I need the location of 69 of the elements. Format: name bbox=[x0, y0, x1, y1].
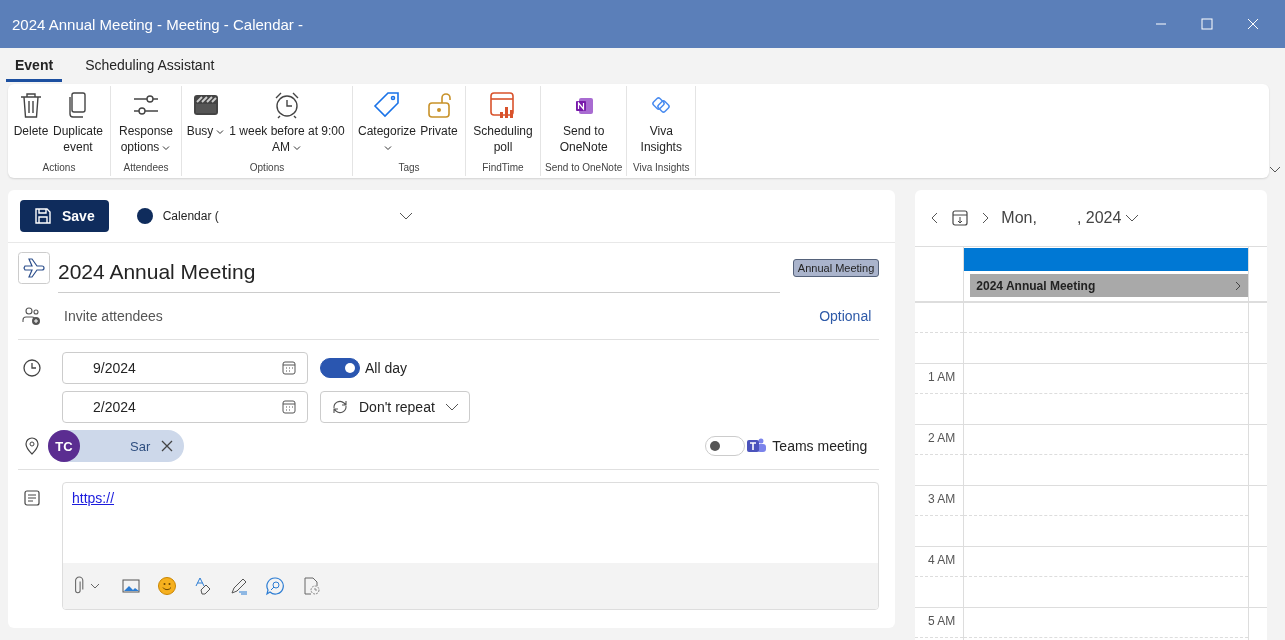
chevron-down-icon[interactable] bbox=[1125, 213, 1140, 223]
hour-label: 2 AM bbox=[927, 431, 956, 445]
category-tag[interactable]: Annual Meeting bbox=[792, 259, 880, 277]
ribbon-button[interactable]: Busy bbox=[186, 90, 226, 162]
ribbon-button[interactable]: Send to OneNote bbox=[553, 90, 614, 162]
toggle-label: Teams meeting bbox=[772, 438, 868, 454]
repeat-dropdown[interactable]: Don't repeat bbox=[320, 391, 470, 423]
expand-icon[interactable] bbox=[1269, 164, 1281, 174]
close-icon[interactable] bbox=[1247, 18, 1259, 30]
clock-icon bbox=[22, 358, 42, 378]
ribbon-button[interactable]: Scheduling poll bbox=[470, 90, 536, 162]
calendar-dot-icon bbox=[136, 208, 153, 224]
avatar: TC bbox=[48, 430, 80, 462]
date-heading[interactable]: Mon, bbox=[1001, 209, 1037, 227]
group-label: Send to OneNote bbox=[545, 162, 623, 173]
airplane-icon[interactable] bbox=[18, 252, 50, 284]
ribbon-button[interactable]: Duplicate event bbox=[50, 90, 106, 162]
location-chip[interactable]: TC Sar bbox=[48, 430, 185, 462]
group-label: Options bbox=[249, 162, 285, 173]
image-icon[interactable] bbox=[121, 576, 141, 596]
all-day-toggle[interactable] bbox=[320, 358, 360, 378]
group-label: FindTime bbox=[482, 162, 524, 173]
pen-icon[interactable] bbox=[229, 576, 249, 596]
teams-toggle[interactable] bbox=[705, 436, 746, 456]
calendar-icon[interactable] bbox=[281, 360, 297, 376]
chat-search-icon[interactable] bbox=[265, 576, 285, 596]
toggle-label: All day bbox=[365, 360, 408, 376]
ribbon-button[interactable]: Private bbox=[417, 90, 461, 162]
group-label: Actions bbox=[42, 162, 76, 173]
tag-icon bbox=[372, 90, 402, 120]
chevron-down-icon bbox=[444, 402, 459, 412]
start-date-field[interactable]: 9/2024 bbox=[62, 352, 308, 384]
save-button[interactable]: Save bbox=[20, 200, 109, 232]
optional-link[interactable]: Optional bbox=[819, 308, 872, 324]
maximize-icon[interactable] bbox=[1201, 18, 1213, 30]
chevron-right-icon bbox=[1234, 280, 1242, 291]
hour-label: 5 AM bbox=[927, 614, 956, 628]
link[interactable]: https:// bbox=[72, 490, 115, 506]
body-editor[interactable]: https:// bbox=[62, 482, 880, 610]
chevron-down-icon[interactable] bbox=[398, 211, 413, 221]
event-title[interactable]: 2024 Annual Meeting bbox=[58, 250, 780, 293]
eraser-icon[interactable] bbox=[193, 576, 213, 596]
window-title: 2024 Annual Meeting - Meeting - Calendar - bbox=[12, 15, 304, 33]
repeat-icon bbox=[331, 399, 349, 415]
date-heading[interactable]: , 2024 bbox=[1076, 209, 1122, 227]
hour-label: 4 AM bbox=[927, 553, 956, 567]
calendar-event[interactable]: 2024 Annual Meeting bbox=[970, 274, 1248, 297]
calendar-icon[interactable] bbox=[281, 399, 297, 415]
location-icon bbox=[22, 436, 42, 456]
hour-label: 1 AM bbox=[927, 370, 956, 384]
ribbon-tab[interactable]: Scheduling Assistant bbox=[76, 48, 224, 82]
notes-icon bbox=[22, 488, 42, 508]
group-label: Viva Insights bbox=[633, 162, 690, 173]
calendar-name[interactable]: Calendar ( bbox=[162, 209, 219, 223]
ribbon-button[interactable]: Categorize bbox=[357, 90, 417, 162]
hour-label: 3 AM bbox=[927, 492, 956, 506]
ribbon-button[interactable]: Delete bbox=[12, 90, 50, 162]
add-people-icon bbox=[22, 306, 42, 326]
ribbon-button[interactable]: 1 week before at 9:00 AM bbox=[226, 90, 348, 162]
location-name: Sar bbox=[130, 438, 151, 454]
emoji-icon[interactable] bbox=[157, 576, 177, 596]
ribbon-button[interactable]: Response options bbox=[115, 90, 177, 162]
end-date-field[interactable]: 2/2024 bbox=[62, 391, 308, 423]
ribbon-button[interactable]: Viva Insights bbox=[631, 90, 692, 162]
today-icon[interactable] bbox=[951, 209, 970, 227]
group-label: Tags bbox=[398, 162, 420, 173]
group-label: Attendees bbox=[123, 162, 169, 173]
remove-icon[interactable] bbox=[160, 439, 175, 453]
ribbon-tab[interactable]: Event bbox=[6, 48, 63, 82]
